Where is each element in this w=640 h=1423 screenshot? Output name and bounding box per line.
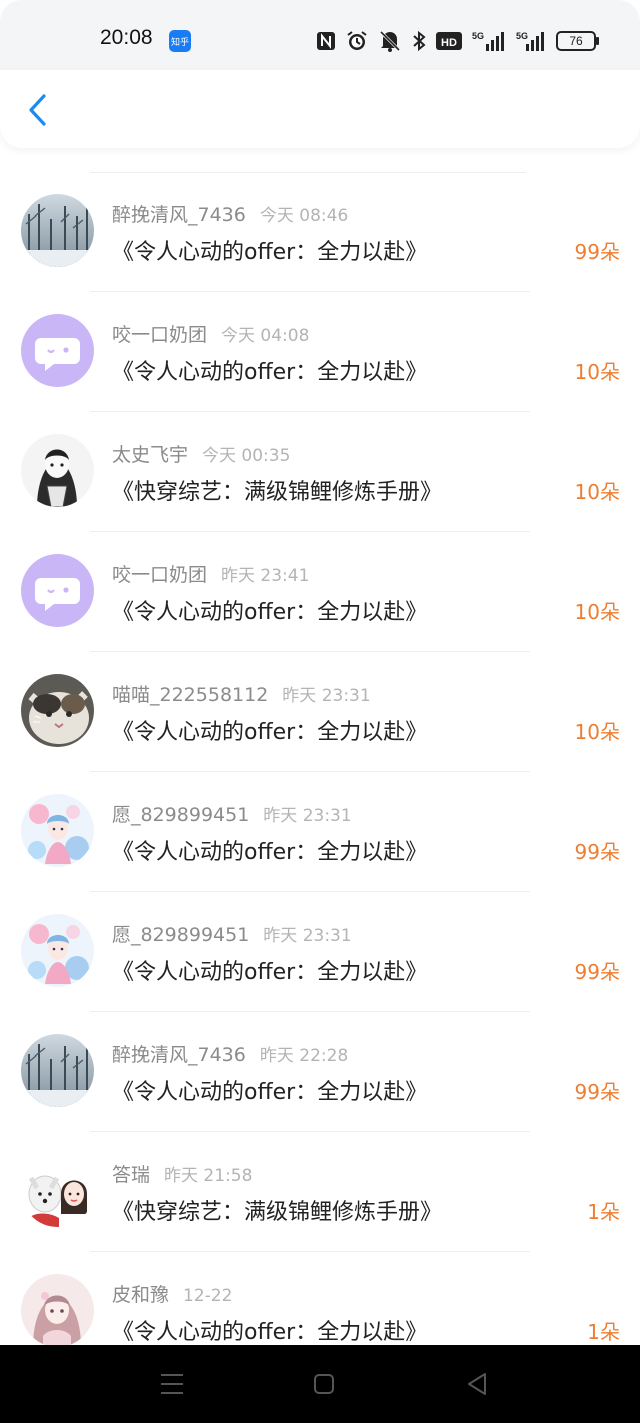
avatar[interactable] <box>21 1154 94 1227</box>
hd-icon: HD <box>436 31 462 51</box>
list-item[interactable]: 醉挽清风_7436 今天 08:46 《令人心动的offer：全力以赴》 99朵 <box>0 172 640 292</box>
avatar[interactable] <box>21 1274 94 1345</box>
list-item[interactable]: 答瑞 昨天 21:58 《快穿综艺：满级锦鲤修炼手册》 1朵 <box>0 1132 640 1252</box>
username[interactable]: 皮和豫 <box>112 1284 169 1306</box>
username[interactable]: 咬一口奶团 <box>112 324 207 346</box>
battery-icon: 76 <box>556 31 599 51</box>
username[interactable]: 愿_829899451 <box>112 804 249 826</box>
mute-icon <box>378 30 402 52</box>
username[interactable]: 喵喵_222558112 <box>112 684 268 706</box>
avatar[interactable] <box>21 914 94 987</box>
book-title[interactable]: 《令人心动的offer：全力以赴》 <box>112 954 427 986</box>
record-time: 今天 08:46 <box>259 206 349 226</box>
record-meta: 喵喵_222558112 昨天 23:31 <box>112 680 371 707</box>
record-meta: 皮和豫 12-22 <box>112 1280 232 1307</box>
record-time: 今天 00:35 <box>202 446 291 466</box>
record-time: 昨天 21:58 <box>164 1166 253 1186</box>
avatar[interactable] <box>21 1034 94 1107</box>
chevron-left-icon <box>29 94 46 126</box>
record-meta: 咬一口奶团 昨天 23:41 <box>112 560 309 587</box>
book-title[interactable]: 《令人心动的offer：全力以赴》 <box>112 714 427 746</box>
record-time: 昨天 23:31 <box>282 686 371 706</box>
bluetooth-icon <box>412 30 426 52</box>
avatar[interactable] <box>21 314 94 387</box>
username[interactable]: 愿_829899451 <box>112 924 249 946</box>
record-time: 昨天 23:31 <box>263 806 352 826</box>
svg-text:5G: 5G <box>472 31 484 41</box>
record-time: 12-22 <box>183 1286 233 1306</box>
username[interactable]: 答瑞 <box>112 1164 150 1186</box>
gift-record-list[interactable]: 醉挽清风_7436 今天 08:46 《令人心动的offer：全力以赴》 99朵 … <box>0 150 640 1345</box>
book-title[interactable]: 《快穿综艺：满级锦鲤修炼手册》 <box>112 474 442 506</box>
username[interactable]: 太史飞宇 <box>112 444 188 466</box>
record-time: 昨天 22:28 <box>259 1046 349 1066</box>
list-item[interactable]: 皮和豫 12-22 《令人心动的offer：全力以赴》 1朵 <box>0 1252 640 1345</box>
list-item[interactable]: 咬一口奶团 昨天 23:41 《令人心动的offer：全力以赴》 10朵 <box>0 532 640 652</box>
header-bar <box>0 70 640 148</box>
record-meta: 愿_829899451 昨天 23:31 <box>112 920 352 947</box>
avatar[interactable] <box>21 554 94 627</box>
home-icon[interactable] <box>309 1369 339 1399</box>
list-item[interactable]: 喵喵_222558112 昨天 23:31 《令人心动的offer：全力以赴》 1… <box>0 652 640 772</box>
record-meta: 咬一口奶团 今天 04:08 <box>112 320 309 347</box>
avatar[interactable] <box>21 794 94 867</box>
menu-icon[interactable] <box>157 1369 187 1399</box>
record-time: 今天 04:08 <box>221 326 310 346</box>
list-item[interactable]: 太史飞宇 今天 00:35 《快穿综艺：满级锦鲤修炼手册》 10朵 <box>0 412 640 532</box>
alarm-icon <box>346 30 368 52</box>
battery-level: 76 <box>569 34 583 48</box>
book-title[interactable]: 《令人心动的offer：全力以赴》 <box>112 354 427 386</box>
status-bar: 20:08 知乎 HD 5G 5G 76 <box>0 0 640 80</box>
book-title[interactable]: 《令人心动的offer：全力以赴》 <box>112 834 427 866</box>
record-meta: 答瑞 昨天 21:58 <box>112 1160 252 1187</box>
username[interactable]: 醉挽清风_7436 <box>112 204 246 226</box>
record-time: 昨天 23:31 <box>263 926 352 946</box>
gift-count: 99朵 <box>574 840 620 864</box>
gift-count: 10朵 <box>574 480 620 504</box>
system-nav-bar <box>0 1345 640 1423</box>
zhihu-notification-icon: 知乎 <box>169 30 191 52</box>
gift-count: 1朵 <box>587 1320 620 1344</box>
list-item[interactable]: 愿_829899451 昨天 23:31 《令人心动的offer：全力以赴》 99… <box>0 772 640 892</box>
list-item[interactable]: 咬一口奶团 今天 04:08 《令人心动的offer：全力以赴》 10朵 <box>0 292 640 412</box>
status-icons: HD 5G 5G 76 <box>316 28 599 54</box>
record-meta: 醉挽清风_7436 今天 08:46 <box>112 200 348 227</box>
gift-count: 10朵 <box>574 720 620 744</box>
back-button[interactable] <box>18 88 58 132</box>
book-title[interactable]: 《令人心动的offer：全力以赴》 <box>112 1314 427 1345</box>
record-meta: 太史飞宇 今天 00:35 <box>112 440 290 467</box>
svg-text:5G: 5G <box>516 31 528 41</box>
avatar[interactable] <box>21 194 94 267</box>
book-title[interactable]: 《令人心动的offer：全力以赴》 <box>112 234 427 266</box>
signal-5g-icon: 5G <box>516 30 546 52</box>
record-meta: 醉挽清风_7436 昨天 22:28 <box>112 1040 348 1067</box>
gift-count: 1朵 <box>587 1200 620 1224</box>
gift-count: 10朵 <box>574 360 620 384</box>
svg-text:HD: HD <box>441 37 457 49</box>
avatar[interactable] <box>21 434 94 507</box>
back-triangle-icon[interactable] <box>462 1369 492 1399</box>
status-time: 20:08 <box>100 26 153 49</box>
record-meta: 愿_829899451 昨天 23:31 <box>112 800 352 827</box>
book-title[interactable]: 《快穿综艺：满级锦鲤修炼手册》 <box>112 1194 442 1226</box>
gift-count: 99朵 <box>574 960 620 984</box>
record-time: 昨天 23:41 <box>221 566 310 586</box>
username[interactable]: 醉挽清风_7436 <box>112 1044 246 1066</box>
book-title[interactable]: 《令人心动的offer：全力以赴》 <box>112 594 427 626</box>
book-title[interactable]: 《令人心动的offer：全力以赴》 <box>112 1074 427 1106</box>
nfc-icon <box>316 31 336 51</box>
gift-count: 99朵 <box>574 240 620 264</box>
list-item[interactable]: 醉挽清风_7436 昨天 22:28 《令人心动的offer：全力以赴》 99朵 <box>0 1012 640 1132</box>
gift-count: 99朵 <box>574 1080 620 1104</box>
signal-5g-icon: 5G <box>472 30 506 52</box>
avatar[interactable] <box>21 674 94 747</box>
username[interactable]: 咬一口奶团 <box>112 564 207 586</box>
gift-count: 10朵 <box>574 600 620 624</box>
list-item[interactable]: 愿_829899451 昨天 23:31 《令人心动的offer：全力以赴》 99… <box>0 892 640 1012</box>
